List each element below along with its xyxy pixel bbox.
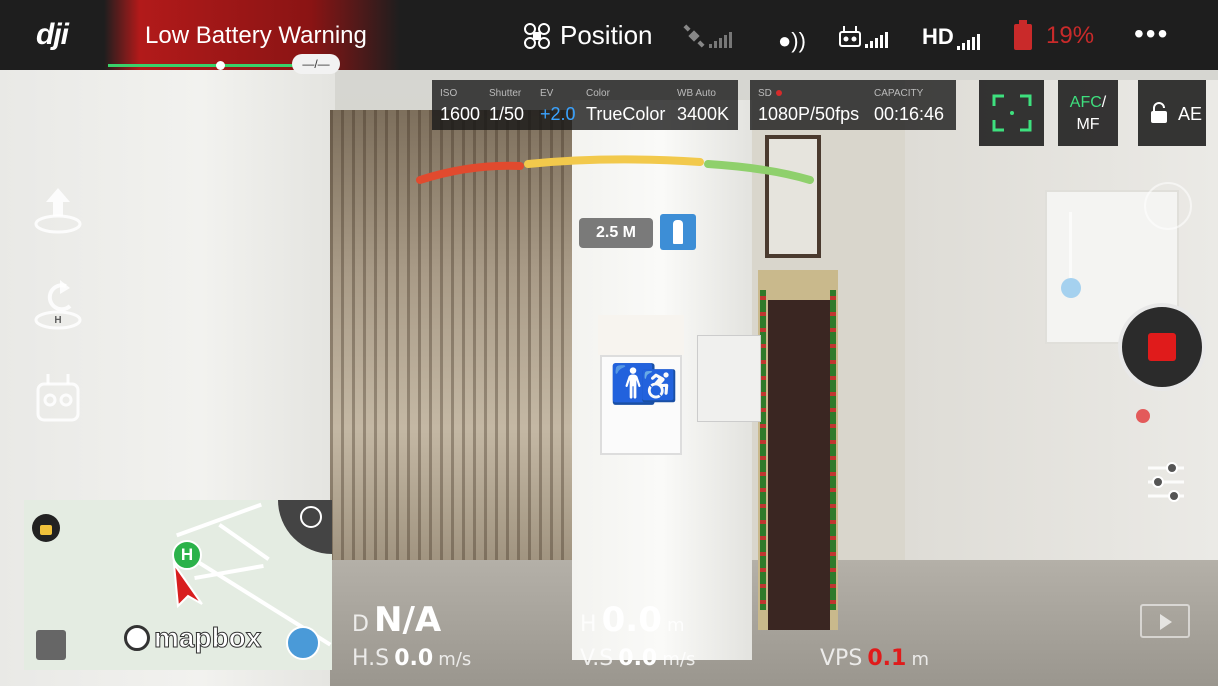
battery-icon (1014, 20, 1032, 50)
recording-status-dot (1136, 409, 1150, 423)
person-detected-icon (660, 214, 696, 250)
color-label: Color (586, 88, 610, 99)
low-battery-warning[interactable]: Low Battery Warning (145, 22, 367, 50)
map-zoom-out-icon[interactable] (36, 630, 66, 660)
takeoff-icon[interactable] (30, 180, 86, 236)
telemetry-vertical-speed: V.S 0.0 m/s (580, 646, 695, 671)
ev-label: EV (540, 88, 554, 99)
battery-time-pill: —/— (292, 54, 340, 74)
telemetry-height: H 0.0 m (580, 600, 685, 640)
mapbox-mark-icon (124, 625, 150, 651)
vps-unit: m (911, 649, 929, 670)
color-value: TrueColor (586, 104, 666, 124)
scene-garland (830, 290, 836, 610)
afc-mf-toggle[interactable]: AFC/ MF (1058, 80, 1118, 146)
scene-sign-header (598, 315, 684, 355)
camera-exposure-panel[interactable]: ISO 1600 Shutter 1/50 EV +2.0 Color True… (432, 80, 738, 130)
drone-icon (524, 22, 550, 49)
svg-text:H: H (54, 315, 61, 326)
gimbal-slider-track[interactable] (1069, 212, 1072, 288)
afc-label: AFC (1069, 94, 1102, 111)
focus-frame-icon (992, 94, 1032, 132)
obstacle-distance-label: 2.5 M (579, 218, 653, 248)
telemetry-distance: D N/A (352, 600, 441, 640)
mf-label: MF (1076, 116, 1100, 133)
mapbox-wordmark: mapbox (153, 622, 262, 654)
scene-door (768, 300, 830, 630)
focus-area-button[interactable] (979, 80, 1044, 146)
map-lock-icon[interactable] (32, 514, 60, 542)
battery-progress-marker (216, 61, 225, 70)
obstacle-sensing-status[interactable]: ●)) (778, 28, 806, 54)
intelligent-flight-icon[interactable] (30, 370, 86, 426)
height-value: 0.0 (601, 600, 662, 640)
vs-value: 0.0 (618, 646, 658, 671)
telemetry-vps: VPS 0.1 m (820, 646, 929, 671)
obstacle-distance-arc (416, 155, 814, 184)
camera-settings-icon[interactable] (1144, 460, 1188, 504)
ae-lock-button[interactable]: AE (1138, 80, 1206, 146)
remote-controller-signal[interactable] (838, 24, 888, 48)
hd-label: HD (922, 24, 954, 49)
crosshair-icon (300, 506, 322, 528)
gimbal-slider-knob[interactable] (1061, 278, 1081, 298)
battery-progress-bar (108, 64, 318, 67)
vs-unit: m/s (662, 649, 696, 670)
camera-storage-panel[interactable]: SD 1080P/50fps CAPACITY 00:16:46 (750, 80, 956, 130)
hs-value: 0.0 (394, 646, 434, 671)
distance-value: N/A (374, 600, 442, 640)
remote-controller-icon (839, 26, 861, 47)
vs-key: V.S (580, 646, 614, 671)
shutter-label: Shutter (489, 88, 522, 99)
gps-signal-bars (709, 32, 732, 48)
flight-mode-label: Position (560, 20, 653, 50)
afc-label-row: AFC/ (1058, 94, 1118, 112)
playback-icon[interactable] (1140, 604, 1190, 638)
battery-percent[interactable]: 19% (1046, 22, 1094, 50)
vps-key: VPS (820, 646, 863, 671)
height-key: H (580, 612, 597, 637)
camera-switch-icon[interactable] (1144, 182, 1192, 230)
satellite-icon (683, 24, 705, 48)
hd-video-signal[interactable]: HD (922, 24, 980, 50)
wb-label: WB Auto (677, 88, 716, 99)
map-compass-icon[interactable] (286, 626, 320, 660)
shutter-value: 1/50 (489, 104, 525, 124)
scene-toilet-sign: 🚹 ♿ (600, 355, 682, 455)
height-unit: m (666, 615, 685, 636)
resolution-value: 1080P/50fps (758, 104, 860, 124)
distance-key: D (352, 612, 369, 637)
gps-signal[interactable] (682, 24, 732, 48)
iso-value: 1600 (440, 104, 481, 124)
telemetry-horizontal-speed: H.S 0.0 m/s (352, 646, 471, 671)
hs-key: H.S (352, 646, 390, 671)
iso-label: ISO (440, 88, 458, 99)
ev-value: +2.0 (540, 104, 576, 124)
capacity-value: 00:16:46 (874, 104, 945, 124)
return-to-home-icon[interactable]: H (30, 276, 86, 332)
hs-unit: m/s (438, 649, 472, 670)
recording-indicator-dot (775, 90, 782, 96)
dji-logo[interactable]: dji (36, 18, 69, 52)
map-road (176, 502, 262, 538)
ae-label: AE (1178, 104, 1203, 124)
mapbox-logo: mapbox (124, 622, 262, 654)
wb-value: 3400K (677, 104, 730, 124)
hd-signal-bars (956, 34, 980, 50)
aircraft-marker-icon (172, 560, 203, 609)
more-menu-button[interactable]: ••• (1134, 18, 1169, 50)
capacity-label: CAPACITY (874, 88, 924, 99)
vps-value: 0.1 (867, 646, 907, 671)
rc-signal-bars (865, 32, 888, 48)
afc-separator: / (1101, 94, 1107, 111)
sd-card-label: SD (758, 88, 782, 99)
obstacle-sensing-icon: ●)) (778, 28, 806, 53)
flight-mode[interactable]: Position (522, 20, 653, 51)
map-road (218, 523, 270, 561)
scene-notice-paper (697, 335, 761, 422)
record-button[interactable] (1118, 303, 1206, 391)
unlock-icon (1151, 102, 1167, 123)
